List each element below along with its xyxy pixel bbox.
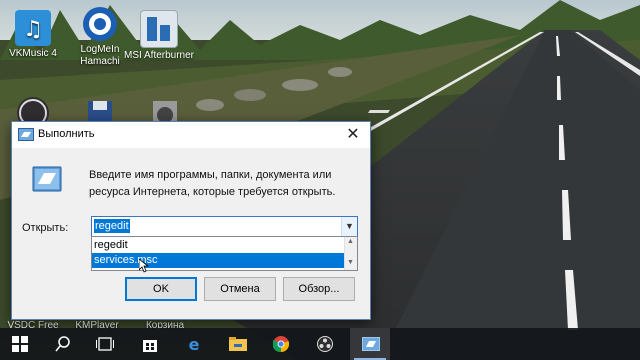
run-taskbar-button[interactable] bbox=[350, 328, 390, 360]
cancel-button[interactable]: Отмена bbox=[204, 277, 276, 301]
desktop-icon-afterburner[interactable]: MSI Afterburner bbox=[122, 10, 196, 62]
file-explorer-icon bbox=[229, 337, 247, 351]
store-icon bbox=[143, 340, 157, 352]
afterburner-icon bbox=[140, 10, 178, 48]
taskbar: e bbox=[0, 328, 640, 360]
dialog-description: Введите имя программы, папки, документа … bbox=[89, 169, 336, 198]
hamachi-icon bbox=[82, 6, 118, 42]
run-icon bbox=[18, 128, 34, 141]
svg-text:e: e bbox=[189, 336, 200, 352]
vkmusic-icon: ♫ bbox=[15, 10, 51, 46]
dropdown-item-services[interactable]: services.msc bbox=[92, 253, 346, 268]
svg-text:♫: ♫ bbox=[23, 17, 43, 42]
edge-button[interactable]: e bbox=[174, 328, 214, 360]
ok-button[interactable]: OK bbox=[125, 277, 197, 301]
open-combobox[interactable]: regedit ▼ bbox=[91, 216, 358, 237]
task-view-icon bbox=[96, 337, 114, 351]
close-icon: ✕ bbox=[346, 126, 360, 143]
scroll-up-icon: ▲ bbox=[347, 238, 354, 245]
file-explorer-button[interactable] bbox=[217, 328, 257, 360]
run-dialog: Выполнить ✕ Введите имя программы, папки… bbox=[11, 121, 371, 320]
dropdown-scrollbar[interactable]: ▲ ▼ bbox=[344, 237, 357, 270]
chevron-down-icon: ▼ bbox=[345, 221, 354, 231]
store-button[interactable] bbox=[130, 328, 170, 360]
desktop-icon-vkmusic[interactable]: ♫ VKMusic 4 bbox=[0, 10, 70, 60]
search-button[interactable] bbox=[43, 328, 83, 360]
dialog-titlebar[interactable]: Выполнить ✕ bbox=[12, 122, 370, 148]
obs-button[interactable] bbox=[305, 328, 345, 360]
obs-icon bbox=[317, 336, 333, 352]
dialog-title: Выполнить bbox=[38, 128, 95, 140]
mouse-cursor-icon bbox=[139, 259, 149, 273]
combobox-dropdown-button[interactable]: ▼ bbox=[341, 217, 357, 236]
windows-start-icon bbox=[12, 336, 28, 352]
open-label: Открыть: bbox=[22, 222, 69, 234]
run-program-icon bbox=[32, 166, 62, 192]
browse-button[interactable]: Обзор... bbox=[283, 277, 355, 301]
dropdown-item-regedit[interactable]: regedit bbox=[92, 238, 346, 253]
desktop-icon-label: VKMusic 4 bbox=[9, 48, 57, 59]
desktop-icon-label: LogMeIn Hamachi bbox=[80, 44, 120, 67]
run-icon bbox=[362, 337, 380, 351]
open-input[interactable]: regedit bbox=[94, 219, 130, 233]
desktop-icon-label: MSI Afterburner bbox=[123, 50, 195, 61]
chrome-button[interactable] bbox=[261, 328, 301, 360]
history-dropdown: regedit services.msc ▲ ▼ bbox=[91, 236, 358, 271]
close-button[interactable]: ✕ bbox=[336, 122, 370, 148]
chrome-icon bbox=[273, 336, 289, 352]
scroll-down-icon: ▼ bbox=[347, 259, 354, 266]
task-view-button[interactable] bbox=[84, 328, 124, 360]
edge-icon: e bbox=[189, 336, 200, 352]
start-button[interactable] bbox=[0, 328, 40, 360]
search-icon bbox=[55, 336, 70, 352]
